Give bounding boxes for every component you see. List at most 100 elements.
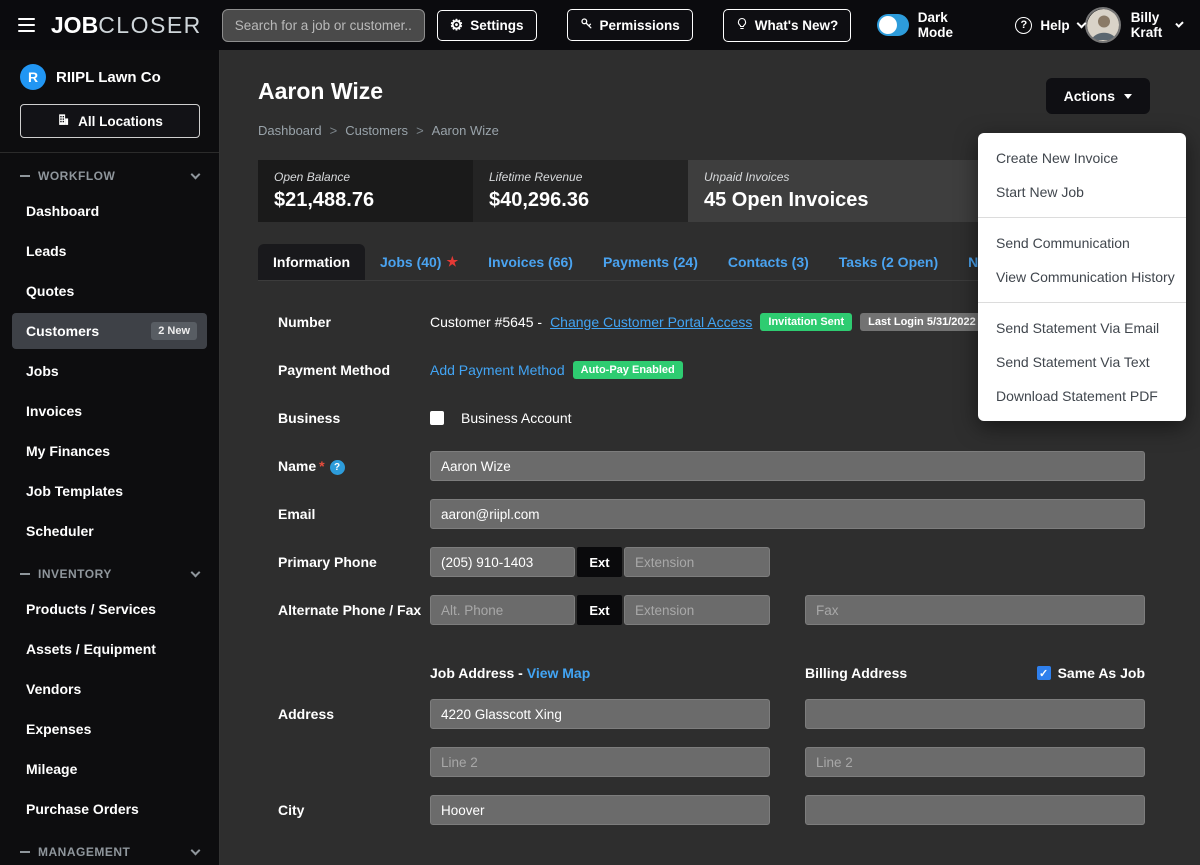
breadcrumb-separator: > (416, 123, 424, 138)
email-input[interactable] (430, 499, 1145, 529)
primary-phone-input[interactable] (430, 547, 575, 577)
name-label-text: Name (278, 458, 316, 474)
stat-open-balance: Open Balance $21,488.76 (258, 160, 473, 222)
business-label: Business (278, 409, 430, 427)
search-input[interactable] (222, 9, 425, 42)
whats-new-button[interactable]: What's New? (723, 9, 851, 42)
sidebar-item-vendors[interactable]: Vendors (0, 669, 219, 709)
sidebar-item-jobs[interactable]: Jobs (0, 351, 219, 391)
job-address-line2-input[interactable] (430, 747, 770, 777)
menu-item-download-statement-pdf[interactable]: Download Statement PDF (978, 379, 1186, 413)
job-address-input[interactable] (430, 699, 770, 729)
menu-item-view-communication-history[interactable]: View Communication History (978, 260, 1186, 294)
sidebar-item-purchase-orders[interactable]: Purchase Orders (0, 789, 219, 829)
sidebar-item-my-finances[interactable]: My Finances (0, 431, 219, 471)
name-label: Name*? (278, 457, 430, 475)
new-count-badge: 2 New (151, 322, 197, 340)
settings-button[interactable]: ⚙ Settings (437, 10, 537, 41)
name-input[interactable] (430, 451, 1145, 481)
help-menu[interactable]: ? Help (1015, 17, 1084, 34)
billing-address-line2-input[interactable] (805, 747, 1145, 777)
ext-label: Ext (577, 547, 622, 577)
permissions-label: Permissions (600, 18, 680, 33)
city-label: City (278, 801, 430, 819)
sidebar-item-dashboard[interactable]: Dashboard (0, 191, 219, 231)
tab-invoices[interactable]: Invoices (66) (473, 244, 588, 280)
fax-input[interactable] (805, 595, 1145, 625)
sidebar-item-label: Customers (26, 323, 99, 339)
app-logo[interactable]: JOBCLOSER (51, 12, 202, 39)
menu-item-send-communication[interactable]: Send Communication (978, 226, 1186, 260)
billing-address-input[interactable] (805, 699, 1145, 729)
breadcrumb-customers[interactable]: Customers (345, 123, 408, 138)
sidebar-item-mileage[interactable]: Mileage (0, 749, 219, 789)
menu-item-send-statement-via-email[interactable]: Send Statement Via Email (978, 311, 1186, 345)
customer-number: Customer #5645 - (430, 314, 542, 330)
menu-item-create-new-invoice[interactable]: Create New Invoice (978, 141, 1186, 175)
permissions-button[interactable]: Permissions (567, 9, 693, 41)
name-help-icon[interactable]: ? (330, 460, 345, 475)
sidebar-section-management[interactable]: MANAGEMENT (0, 829, 219, 865)
company-switcher[interactable]: R RIIPL Lawn Co (0, 62, 219, 92)
sidebar-item-products-services[interactable]: Products / Services (0, 589, 219, 629)
breadcrumb-dashboard[interactable]: Dashboard (258, 123, 322, 138)
add-payment-method-link[interactable]: Add Payment Method (430, 362, 565, 378)
user-menu[interactable]: Billy Kraft (1085, 7, 1182, 43)
help-label: Help (1040, 18, 1069, 33)
sidebar-item-customers[interactable]: Customers 2 New (12, 313, 207, 349)
help-icon: ? (1015, 17, 1032, 34)
menu-divider (978, 302, 1186, 303)
chevron-down-icon (191, 845, 201, 855)
primary-extension-input[interactable] (624, 547, 770, 577)
company-name: RIIPL Lawn Co (56, 69, 161, 86)
view-map-link[interactable]: View Map (527, 665, 591, 681)
dark-mode-label: Dark Mode (918, 10, 970, 40)
billing-city-input[interactable] (805, 795, 1145, 825)
logo-text-closer: CLOSER (98, 12, 202, 39)
last-login-badge: Last Login 5/31/2022 (860, 313, 984, 331)
alternate-phone-input[interactable] (430, 595, 575, 625)
menu-icon[interactable] (18, 14, 35, 36)
dark-mode-control: Dark Mode (877, 10, 969, 40)
chevron-down-icon (191, 567, 201, 577)
job-city-input[interactable] (430, 795, 770, 825)
sidebar-item-assets-equipment[interactable]: Assets / Equipment (0, 629, 219, 669)
change-portal-access-link[interactable]: Change Customer Portal Access (550, 314, 752, 330)
job-address-label: Job Address - (430, 665, 523, 681)
ext-label: Ext (577, 595, 622, 625)
actions-button[interactable]: Actions (1046, 78, 1150, 114)
sidebar-item-expenses[interactable]: Expenses (0, 709, 219, 749)
alternate-phone-fax-label: Alternate Phone / Fax (278, 601, 430, 619)
all-locations-button[interactable]: All Locations (20, 104, 200, 138)
company-avatar: R (20, 64, 46, 90)
dash-icon (20, 573, 30, 575)
user-avatar (1085, 7, 1121, 43)
stat-label: Lifetime Revenue (489, 170, 672, 184)
favorite-star-icon: ★ (446, 254, 458, 270)
logo-text-job: JOB (51, 12, 98, 39)
business-account-checkbox[interactable] (430, 411, 444, 425)
menu-item-start-new-job[interactable]: Start New Job (978, 175, 1186, 209)
invitation-sent-badge: Invitation Sent (760, 313, 852, 331)
sidebar-item-scheduler[interactable]: Scheduler (0, 511, 219, 551)
dash-icon (20, 851, 30, 853)
menu-item-send-statement-via-text[interactable]: Send Statement Via Text (978, 345, 1186, 379)
tab-payments[interactable]: Payments (24) (588, 244, 713, 280)
sidebar-item-invoices[interactable]: Invoices (0, 391, 219, 431)
dark-mode-toggle[interactable] (877, 14, 908, 36)
tab-contacts[interactable]: Contacts (3) (713, 244, 824, 280)
main-content: Aaron Wize Actions Dashboard > Customers… (220, 50, 1200, 865)
tab-tasks[interactable]: Tasks (2 Open) (824, 244, 953, 280)
sidebar-item-job-templates[interactable]: Job Templates (0, 471, 219, 511)
sidebar-item-leads[interactable]: Leads (0, 231, 219, 271)
tab-information[interactable]: Information (258, 244, 365, 280)
sidebar-section-inventory[interactable]: INVENTORY (0, 551, 219, 589)
actions-dropdown-menu: Create New Invoice Start New Job Send Co… (978, 133, 1186, 421)
sidebar-section-workflow[interactable]: WORKFLOW (0, 153, 219, 191)
tab-jobs[interactable]: Jobs (40) ★ (365, 244, 473, 280)
alternate-extension-input[interactable] (624, 595, 770, 625)
bulb-icon (736, 17, 748, 34)
stat-value: $21,488.76 (274, 189, 457, 212)
same-as-job-checkbox[interactable]: ✓ (1037, 666, 1051, 680)
sidebar-item-quotes[interactable]: Quotes (0, 271, 219, 311)
